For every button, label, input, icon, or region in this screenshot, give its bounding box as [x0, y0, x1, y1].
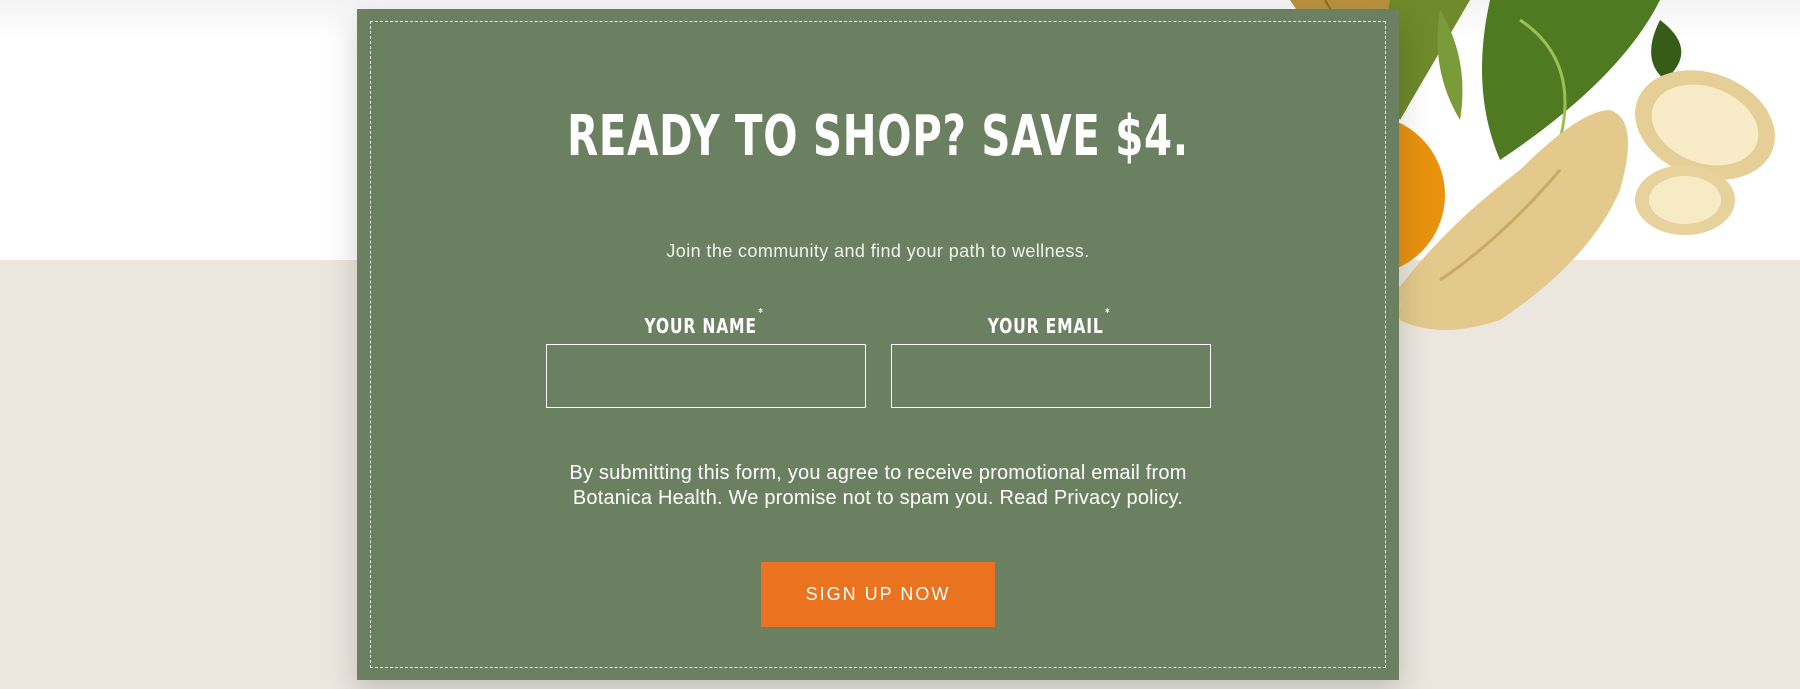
name-label-text: YOUR NAME [644, 314, 757, 338]
name-input[interactable] [546, 344, 866, 408]
signup-card: READY TO SHOP? SAVE $4. Join the communi… [357, 9, 1399, 680]
email-label-text: YOUR EMAIL [987, 314, 1104, 338]
email-input[interactable] [891, 344, 1211, 408]
name-required-marker: * [758, 306, 764, 319]
promo-headline: READY TO SHOP? SAVE $4. [567, 104, 1189, 169]
sign-up-button[interactable]: SIGN UP NOW [761, 562, 995, 627]
name-label: YOUR NAME* [579, 306, 829, 338]
promo-subtitle: Join the community and find your path to… [666, 241, 1090, 261]
email-label: YOUR EMAIL* [924, 306, 1174, 338]
consent-text: By submitting this form, you agree to re… [569, 462, 1187, 509]
email-required-marker: * [1105, 306, 1111, 319]
